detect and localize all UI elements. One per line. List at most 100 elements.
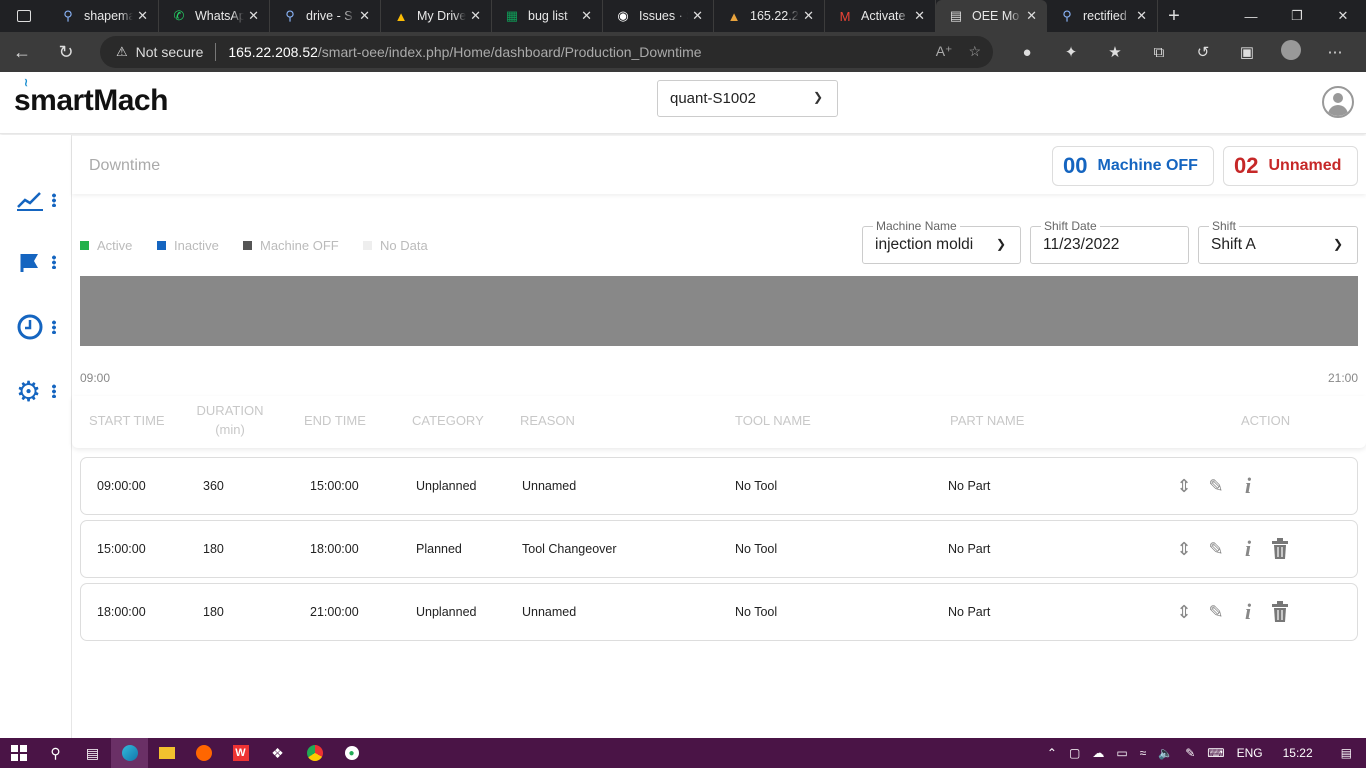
windows-start-icon[interactable]: [0, 738, 37, 768]
clock-time[interactable]: 15:22: [1269, 746, 1327, 760]
firefox-icon[interactable]: [185, 738, 222, 768]
close-tab-icon[interactable]: ✕: [1026, 8, 1037, 24]
more-menu-icon[interactable]: ⋯: [1313, 43, 1357, 61]
browser-tab[interactable]: ⚲ drive - S ✕: [270, 0, 381, 32]
unnamed-badge[interactable]: 02 Unnamed: [1223, 146, 1358, 186]
collections-icon[interactable]: ⧉: [1137, 44, 1181, 61]
shift-select[interactable]: Shift Shift A ❯: [1198, 219, 1358, 264]
sidebar-item-schedule[interactable]: [16, 312, 56, 342]
close-tab-icon[interactable]: ✕: [359, 8, 370, 24]
pen-icon[interactable]: ✎: [1179, 746, 1201, 760]
wifi-icon[interactable]: ≈: [1134, 746, 1153, 760]
browser-tab[interactable]: ▤ OEE Mo ✕: [936, 0, 1047, 32]
file-explorer-icon[interactable]: [148, 738, 185, 768]
new-tab-button[interactable]: +: [1158, 5, 1190, 28]
address-bar[interactable]: ⚠ Not secure 165.22.208.52/smart-oee/ind…: [100, 36, 993, 68]
minimize-icon[interactable]: —: [1228, 0, 1274, 32]
meet-icon[interactable]: ▢: [1063, 746, 1086, 760]
legend-label: Active: [97, 238, 133, 253]
legend-swatch: [157, 241, 166, 250]
os-taskbar: ⚲ ▤ W ❖ ● ⌃ ▢ ☁ ▭ ≈ 🔈 ✎ ⌨ ENG 15:22 ▤: [0, 738, 1366, 768]
info-icon[interactable]: i: [1236, 535, 1260, 563]
user-avatar-icon[interactable]: [1322, 86, 1354, 118]
shift-date-field[interactable]: Shift Date 11/23/2022: [1030, 219, 1189, 264]
page-title: Downtime: [89, 157, 161, 174]
sidebar-item-analytics[interactable]: [16, 185, 56, 215]
machine-name-select[interactable]: Machine Name injection moldi ❯: [862, 219, 1021, 264]
sidebar-item-settings[interactable]: ⚙: [16, 376, 56, 407]
browser-tab[interactable]: ◉ Issues · S ✕: [603, 0, 714, 32]
edit-pencil-icon[interactable]: ✎: [1204, 598, 1228, 626]
browser-tab[interactable]: ▦ bug list ✕: [492, 0, 603, 32]
header-part-name: PART NAME: [950, 413, 1025, 428]
logo[interactable]: ≀ smartMach: [14, 78, 168, 118]
browser-tab[interactable]: ⚲ rectified ✕: [1047, 0, 1158, 32]
browser-tab[interactable]: ✆ WhatsAp ✕: [159, 0, 270, 32]
edge-browser-icon[interactable]: [111, 738, 148, 768]
chevron-up-icon[interactable]: ⌃: [1041, 746, 1063, 760]
cloud-icon[interactable]: ☁: [1086, 746, 1110, 760]
volume-icon[interactable]: 🔈: [1152, 746, 1179, 760]
cell-category: Planned: [416, 542, 462, 556]
close-tab-icon[interactable]: ✕: [137, 8, 148, 24]
mongodb-icon[interactable]: ●: [333, 738, 370, 768]
machine-name-value: injection moldi: [875, 236, 974, 253]
notification-icon[interactable]: ▤: [1327, 746, 1366, 760]
language-indicator[interactable]: ENG: [1231, 746, 1269, 760]
edit-pencil-icon[interactable]: ✎: [1204, 535, 1228, 563]
keyboard-icon[interactable]: ⌨: [1201, 746, 1230, 760]
cell-tool-name: No Tool: [735, 542, 778, 556]
edit-pencil-icon[interactable]: ✎: [1204, 472, 1228, 500]
profile-icon[interactable]: [1269, 40, 1313, 64]
unnamed-label: Unnamed: [1268, 157, 1342, 174]
task-view-icon[interactable]: ▤: [74, 738, 111, 768]
reload-icon[interactable]: ↻: [44, 42, 88, 63]
search-icon: ⚲: [285, 8, 295, 23]
cell-start-time: 18:00:00: [97, 605, 146, 619]
split-icon[interactable]: ⇕: [1172, 472, 1196, 500]
machine-off-count: 00: [1063, 153, 1088, 178]
close-tab-icon[interactable]: ✕: [470, 8, 481, 24]
downtime-timeline-bar[interactable]: [80, 276, 1358, 346]
chrome-icon[interactable]: [296, 738, 333, 768]
trash-icon[interactable]: [1268, 598, 1292, 626]
browser-tab[interactable]: ⚲ shapema ✕: [48, 0, 159, 32]
drive-icon: ▲: [394, 8, 408, 24]
add-favorite-icon[interactable]: ☆: [968, 43, 981, 60]
restore-icon[interactable]: ❐: [1274, 0, 1320, 32]
split-icon[interactable]: ⇕: [1172, 535, 1196, 563]
close-tab-icon[interactable]: ✕: [581, 8, 592, 24]
browser-tab[interactable]: ▲ 165.22.2 ✕: [714, 0, 825, 32]
close-tab-icon[interactable]: ✕: [692, 8, 703, 24]
info-icon[interactable]: i: [1236, 472, 1260, 500]
app-diamond-icon[interactable]: ❖: [259, 738, 296, 768]
info-icon[interactable]: i: [1236, 598, 1260, 626]
close-tab-icon[interactable]: ✕: [803, 8, 814, 24]
wps-office-icon[interactable]: W: [222, 738, 259, 768]
machine-selector[interactable]: quant-S1002 ❯: [657, 80, 838, 117]
split-icon[interactable]: ⇕: [1172, 598, 1196, 626]
extension-dot-icon[interactable]: ●: [1005, 44, 1049, 61]
extensions-icon[interactable]: ✦: [1049, 43, 1093, 61]
read-aloud-icon[interactable]: A⁺: [936, 43, 953, 60]
warning-icon: ⚠: [116, 44, 128, 59]
battery-icon[interactable]: ▭: [1110, 746, 1133, 760]
sidebar-item-downtime[interactable]: [16, 247, 56, 277]
search-icon[interactable]: ⚲: [37, 738, 74, 768]
close-window-icon[interactable]: ✕: [1320, 0, 1366, 32]
timeline-start-label: 09:00: [80, 371, 111, 385]
header-reason: REASON: [520, 413, 575, 428]
browser-tab[interactable]: M Activate ✕: [825, 0, 936, 32]
trash-icon[interactable]: [1268, 535, 1292, 563]
close-tab-icon[interactable]: ✕: [914, 8, 925, 24]
back-icon[interactable]: ←: [0, 42, 44, 63]
history-icon[interactable]: ↺: [1181, 43, 1225, 61]
close-tab-icon[interactable]: ✕: [1136, 8, 1147, 24]
tab-actions-icon[interactable]: [0, 0, 48, 32]
close-tab-icon[interactable]: ✕: [248, 8, 259, 24]
table-row: 09:00:00 360 15:00:00 Unplanned Unnamed No To…: [80, 457, 1358, 515]
browser-tab[interactable]: ▲ My Drive ✕: [381, 0, 492, 32]
machine-off-badge[interactable]: 00 Machine OFF: [1052, 146, 1214, 186]
favorites-icon[interactable]: ★: [1093, 43, 1137, 61]
screenshot-icon[interactable]: ▣: [1225, 43, 1269, 61]
